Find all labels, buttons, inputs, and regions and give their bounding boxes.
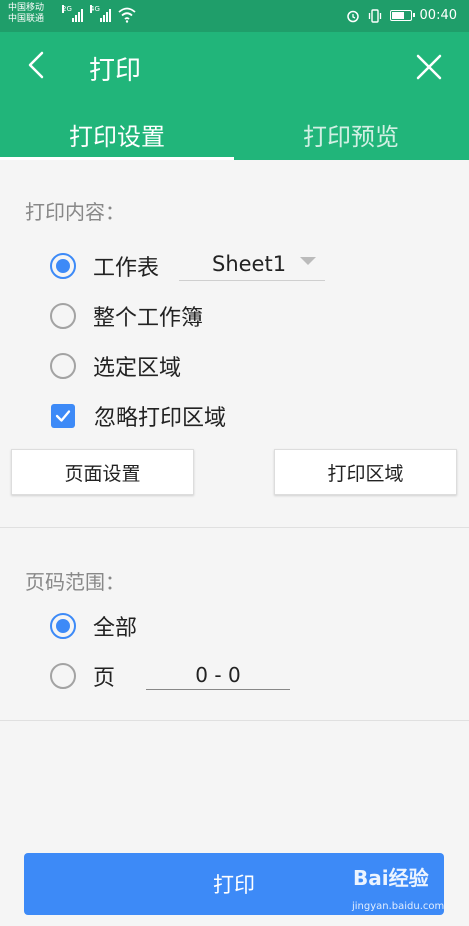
battery-icon: [389, 10, 415, 21]
option-all-pages[interactable]: 全部: [50, 611, 137, 641]
radio-whole-workbook[interactable]: [50, 303, 76, 329]
watermark-logo: Bai经验: [353, 866, 429, 890]
option-whole-workbook-label: 整个工作簿: [93, 306, 204, 331]
wifi-icon: [118, 7, 136, 23]
watermark-url: jingyan.baidu.com: [352, 901, 445, 912]
divider: [0, 527, 469, 528]
option-page-range[interactable]: 页: [50, 661, 115, 691]
battery-level-fill: [391, 12, 405, 19]
back-arrow-icon[interactable]: [22, 50, 52, 80]
page-setup-button[interactable]: 页面设置: [11, 449, 194, 495]
radio-worksheet[interactable]: [50, 253, 76, 279]
radio-all-pages[interactable]: [50, 613, 76, 639]
vibrate-icon: [368, 8, 381, 23]
page-title: 打印: [89, 56, 142, 86]
carrier-2: 中国联通: [8, 14, 45, 24]
option-all-pages-label: 全部: [93, 616, 138, 641]
checkbox-ignore-print-area[interactable]: [51, 404, 75, 428]
option-worksheet-label: 工作表: [93, 256, 160, 281]
status-right: 00:40: [346, 8, 457, 23]
radio-selection[interactable]: [50, 353, 76, 379]
dropdown-caret-icon: [300, 257, 316, 265]
status-bar: 中国移动 中国联通 2G 4G 00:40: [0, 0, 469, 32]
page-range-label: 页码范围：: [25, 570, 125, 594]
carrier-info: 中国移动 中国联通: [8, 3, 44, 25]
ignore-print-area-label: 忽略打印区域: [94, 406, 227, 431]
signal-icon-1: 2G: [62, 5, 83, 22]
signal-icon-2: 4G: [90, 5, 111, 22]
sheet-select-value: Sheet1: [212, 252, 287, 276]
option-ignore-print-area[interactable]: 忽略打印区域: [50, 401, 226, 431]
radio-page-range[interactable]: [50, 663, 76, 689]
option-worksheet[interactable]: 工作表: [50, 251, 159, 281]
close-icon[interactable]: [412, 50, 446, 84]
tab-print-settings[interactable]: 打印设置: [0, 108, 234, 160]
tab-print-preview[interactable]: 打印预览: [234, 108, 468, 160]
app-bar: 打印 打印设置 打印预览: [0, 32, 469, 160]
option-selection[interactable]: 选定区域: [50, 351, 181, 381]
active-tab-indicator: [0, 157, 234, 160]
alarm-icon: [346, 10, 359, 22]
clock: 00:40: [419, 8, 457, 23]
network-type-1: 2G: [62, 5, 72, 13]
sheet-select[interactable]: Sheet1: [179, 252, 325, 281]
print-content-label: 打印内容：: [25, 200, 125, 224]
carrier-1: 中国移动: [8, 3, 45, 13]
option-whole-workbook[interactable]: 整个工作簿: [50, 301, 203, 331]
page-range-input[interactable]: 0 - 0: [146, 662, 290, 690]
checkmark-icon: [55, 410, 71, 422]
option-selection-label: 选定区域: [93, 356, 182, 381]
divider: [0, 720, 469, 721]
print-area-button[interactable]: 打印区域: [274, 449, 457, 495]
option-page-range-label: 页: [93, 666, 116, 691]
network-type-2: 4G: [90, 5, 100, 13]
